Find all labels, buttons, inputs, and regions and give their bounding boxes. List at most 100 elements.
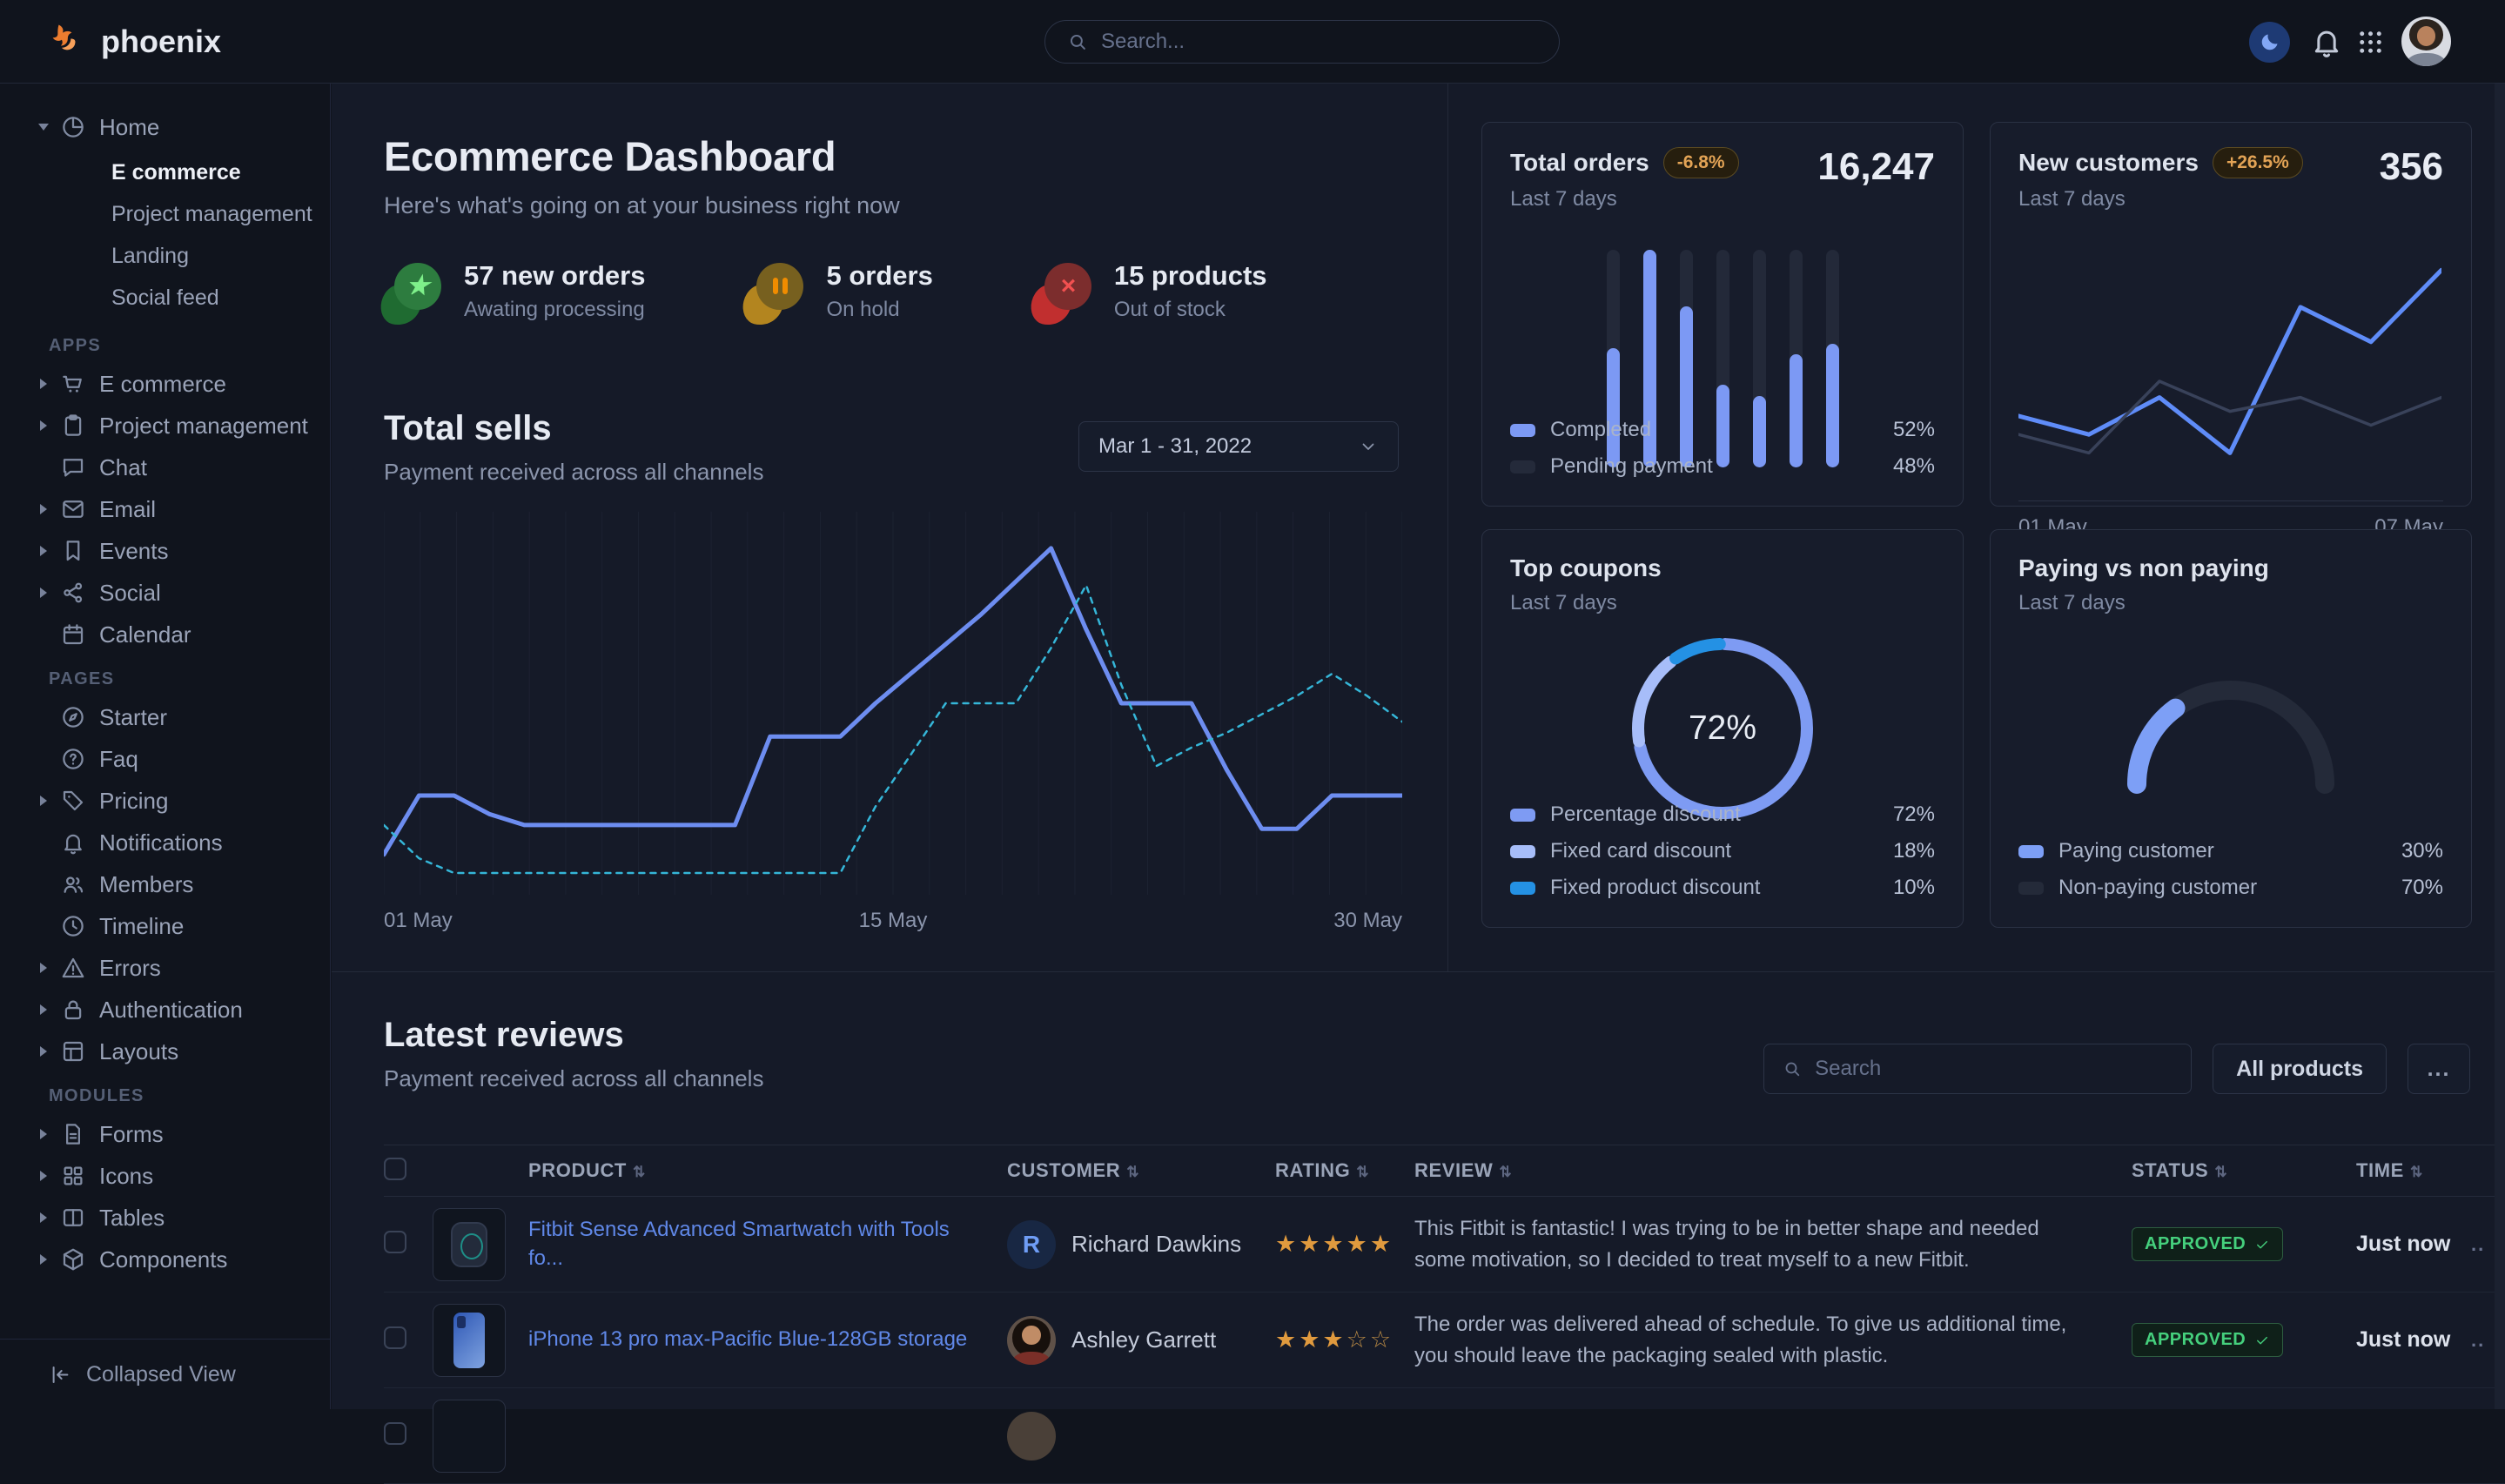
caret-right-icon: [40, 504, 47, 514]
column-header-status[interactable]: STATUS⇅: [2132, 1159, 2356, 1182]
page-scrollbar[interactable]: [2495, 84, 2505, 1409]
reviews-table: PRODUCT⇅CUSTOMER⇅RATING⇅REVIEW⇅STATUS⇅TI…: [384, 1145, 2505, 1484]
all-products-filter-button[interactable]: All products: [2213, 1044, 2387, 1094]
row-checkbox[interactable]: [384, 1422, 406, 1445]
sidebar-item-e-commerce[interactable]: E commerce: [0, 363, 330, 405]
table-header-row: PRODUCT⇅CUSTOMER⇅RATING⇅REVIEW⇅STATUS⇅TI…: [384, 1145, 2505, 1197]
sidebar-item-label: Pricing: [99, 788, 168, 815]
sidebar-item-email[interactable]: Email: [0, 488, 330, 530]
notifications-button[interactable]: [2309, 24, 2344, 59]
sort-icon: ⇅: [2214, 1164, 2227, 1180]
brand[interactable]: phoenix: [49, 0, 221, 84]
stat-value: 5 orders: [826, 260, 932, 292]
reviews-search[interactable]: [1763, 1044, 2192, 1094]
legend-swatch: [2018, 845, 2044, 858]
checkbox-cell: [384, 1158, 433, 1185]
sidebar-item-chat[interactable]: Chat: [0, 447, 330, 488]
sidebar-item-timeline[interactable]: Timeline: [0, 905, 330, 947]
clock-icon: [60, 913, 86, 939]
clipboard-icon: [60, 413, 86, 439]
sidebar-item-faq[interactable]: Faq: [0, 738, 330, 780]
column-header-rating[interactable]: RATING⇅: [1275, 1159, 1414, 1182]
stat-caption: Out of stock: [1114, 298, 1267, 322]
more-options-button[interactable]: ...: [2408, 1044, 2470, 1094]
sidebar-item-authentication[interactable]: Authentication: [0, 989, 330, 1031]
sidebar-item-components[interactable]: Components: [0, 1239, 330, 1280]
quick-stats-row: ★ 57 new orders Awating processing 5 ord…: [384, 260, 1447, 322]
row-checkbox[interactable]: [384, 1326, 406, 1349]
customer-name: Ashley Garrett: [1071, 1326, 1216, 1353]
thumb-cell: [433, 1400, 528, 1473]
apps-menu-button[interactable]: [2355, 27, 2386, 57]
sidebar-item-project-management[interactable]: Project management: [0, 405, 330, 447]
sidebar-section-label-modules: MODULES: [49, 1086, 330, 1106]
sidebar-subitem-social-feed[interactable]: Social feed: [0, 277, 330, 319]
column-header-customer[interactable]: CUSTOMER⇅: [1007, 1159, 1275, 1182]
sidebar-item-layouts[interactable]: Layouts: [0, 1031, 330, 1072]
sort-icon: ⇅: [1499, 1164, 1512, 1180]
chevron-down-icon: [1358, 436, 1379, 457]
product-thumbnail[interactable]: [433, 1208, 506, 1281]
card-period: Last 7 days: [1510, 591, 1935, 615]
search-input[interactable]: [1101, 30, 1538, 54]
card-title: New customers: [2018, 149, 2199, 177]
sidebar-item-events[interactable]: Events: [0, 530, 330, 572]
legend-swatch: [1510, 845, 1535, 858]
review-table-row: iPhone 13 pro max-Pacific Blue-128GB sto…: [384, 1293, 2505, 1388]
column-header-time[interactable]: TIME⇅: [2356, 1159, 2471, 1182]
sort-icon: ⇅: [2410, 1164, 2423, 1180]
customer-avatar: [1007, 1316, 1056, 1365]
sidebar-item-tables[interactable]: Tables: [0, 1197, 330, 1239]
product-link[interactable]: iPhone 13 pro max-Pacific Blue-128GB sto…: [528, 1326, 1007, 1353]
sidebar-subitem-landing[interactable]: Landing: [0, 235, 330, 277]
legend-value: 30%: [2401, 839, 2443, 863]
sidebar-subitem-project-management[interactable]: Project management: [0, 193, 330, 235]
legend-value: 10%: [1893, 876, 1935, 900]
sidebar-item-social[interactable]: Social: [0, 572, 330, 614]
sidebar-item-pricing[interactable]: Pricing: [0, 780, 330, 822]
sidebar-item-label: Email: [99, 496, 156, 523]
bookmark-icon: [60, 538, 86, 564]
navbar-search[interactable]: [1044, 20, 1560, 64]
caret-right-icon: [40, 1171, 47, 1181]
card-period: Last 7 days: [2018, 187, 2443, 212]
sidebar-item-label: Faq: [99, 746, 138, 773]
product-thumbnail[interactable]: [433, 1304, 506, 1377]
sidebar-item-errors[interactable]: Errors: [0, 947, 330, 989]
reviews-search-input[interactable]: [1815, 1057, 2173, 1081]
search-icon: [1066, 30, 1089, 53]
legend-value: 52%: [1893, 418, 1935, 442]
product-link[interactable]: Fitbit Sense Advanced Smartwatch with To…: [528, 1216, 1007, 1272]
sidebar-subitem-e-commerce[interactable]: E commerce: [0, 151, 330, 193]
date-range-select[interactable]: Mar 1 - 31, 2022: [1078, 421, 1399, 472]
caret-down-icon: [38, 124, 49, 131]
column-header-review[interactable]: REVIEW⇅: [1414, 1159, 2132, 1182]
sidebar-item-label: Starter: [99, 704, 167, 731]
select-all-checkbox[interactable]: [384, 1158, 406, 1180]
sidebar-item-home[interactable]: Home: [0, 106, 330, 148]
stat-on-hold: 5 orders On hold: [746, 260, 932, 322]
box-icon: [60, 1246, 86, 1272]
sidebar-item-label: Components: [99, 1246, 227, 1273]
sidebar-item-label: Authentication: [99, 997, 243, 1024]
review-table-row: Fitbit Sense Advanced Smartwatch with To…: [384, 1197, 2505, 1293]
sidebar-item-icons[interactable]: Icons: [0, 1155, 330, 1197]
legend-row-paying-customer: Paying customer 30%: [2018, 833, 2443, 870]
legend-value: 70%: [2401, 876, 2443, 900]
pie-icon: [60, 114, 86, 140]
legend-value: 48%: [1893, 454, 1935, 479]
sidebar-item-calendar[interactable]: Calendar: [0, 614, 330, 655]
product-thumbnail[interactable]: [433, 1400, 506, 1473]
column-header-product[interactable]: PRODUCT⇅: [528, 1159, 1007, 1182]
row-checkbox[interactable]: [384, 1231, 406, 1253]
legend-swatch: [1510, 882, 1535, 895]
theme-toggle-button[interactable]: [2249, 22, 2290, 63]
collapse-view-button[interactable]: Collapsed View: [0, 1339, 330, 1409]
sidebar-item-members[interactable]: Members: [0, 863, 330, 905]
user-avatar[interactable]: [2401, 17, 2451, 66]
caret-right-icon: [40, 963, 47, 973]
legend-row-fixed-card-discount: Fixed card discount 18%: [1510, 833, 1935, 870]
sidebar-item-starter[interactable]: Starter: [0, 696, 330, 738]
sidebar-item-forms[interactable]: Forms: [0, 1113, 330, 1155]
sidebar-item-notifications[interactable]: Notifications: [0, 822, 330, 863]
